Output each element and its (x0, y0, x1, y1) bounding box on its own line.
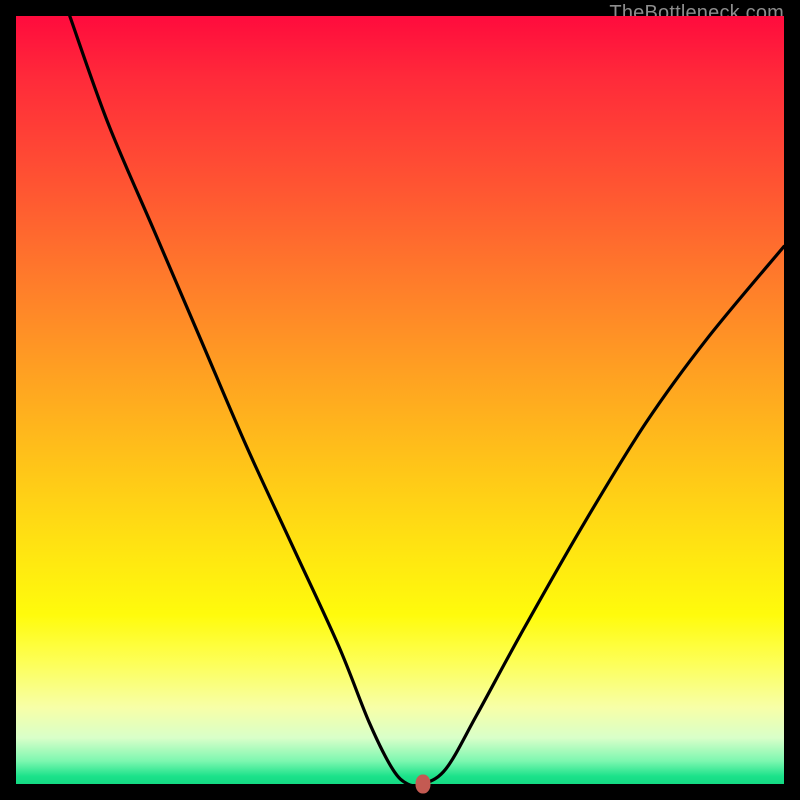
gradient-background (16, 16, 784, 784)
plot-area (16, 16, 784, 784)
optimal-point-marker (416, 775, 431, 794)
chart-frame: TheBottleneck.com (16, 16, 784, 784)
